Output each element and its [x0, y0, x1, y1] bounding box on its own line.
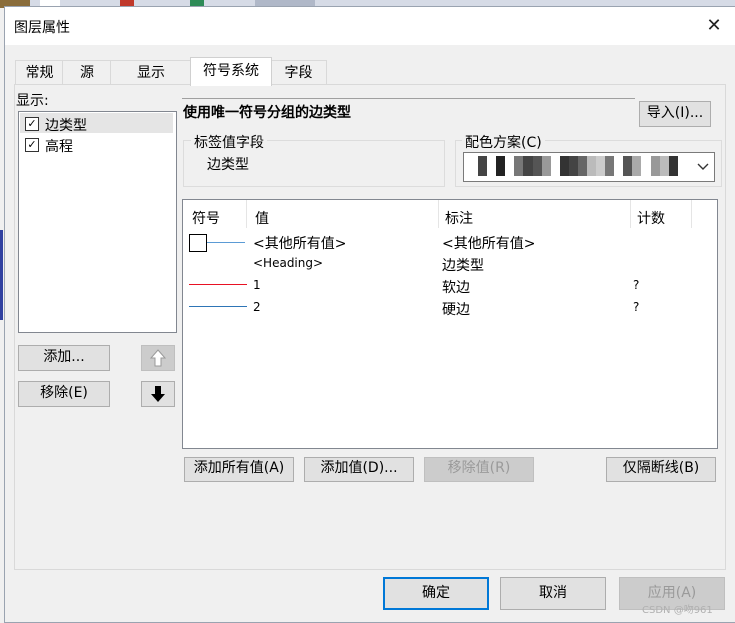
- color-ramp-swatch: [469, 156, 479, 176]
- row-value: <Heading>: [253, 256, 324, 270]
- close-icon: ✕: [706, 15, 722, 36]
- color-ramp-swatch: [559, 156, 569, 176]
- color-ramp-swatch: [487, 156, 497, 176]
- column-header-symbol[interactable]: 符号: [192, 208, 220, 228]
- label-field-title: 标签值字段: [191, 132, 267, 152]
- tab-general[interactable]: 常规: [15, 60, 64, 85]
- arrow-down-icon: [151, 386, 165, 402]
- show-listbox[interactable]: ✓ 边类型 ✓ 高程: [18, 111, 177, 333]
- layer-properties-dialog: 图层属性 ✕ 常规 源 显示 符号系统 字段 显示: ✓ 边类型 ✓ 高程 添加…: [4, 6, 735, 623]
- color-scheme-dropdown[interactable]: [463, 152, 715, 182]
- chevron-down-icon: [697, 163, 709, 170]
- only-breaks-button[interactable]: 仅隔断线(B): [606, 457, 716, 482]
- table-row[interactable]: <其他所有值> <其他所有值>: [183, 232, 715, 252]
- remove-value-button[interactable]: 移除值(R): [424, 457, 534, 482]
- symbol-line-swatch[interactable]: [189, 284, 247, 285]
- list-item-edge-type[interactable]: ✓ 边类型: [25, 116, 175, 136]
- watermark-text: CSDN @吻961: [642, 605, 713, 616]
- color-ramp-swatch: [577, 156, 588, 176]
- color-ramp-swatch: [596, 156, 606, 176]
- label-field-value: 边类型: [207, 157, 249, 173]
- column-header-value[interactable]: 值: [255, 208, 269, 228]
- symbol-value-table[interactable]: 符号 值 标注 计数 <其他所有值> <其他所有值> <Heading> 边类型…: [182, 199, 718, 449]
- row-label[interactable]: 边类型: [442, 255, 484, 275]
- add-all-values-button[interactable]: 添加所有值(A): [184, 457, 294, 482]
- color-ramp-swatch: [505, 156, 515, 176]
- title-bar: 图层属性 ✕: [5, 7, 735, 45]
- color-ramp-swatch: [514, 156, 524, 176]
- tab-fields[interactable]: 字段: [270, 60, 327, 85]
- row-value: 1: [253, 278, 261, 292]
- heading-separator: [182, 98, 635, 99]
- tab-symbology[interactable]: 符号系统: [190, 57, 272, 86]
- list-item-label: 边类型: [45, 118, 87, 134]
- row-label[interactable]: 软边: [442, 277, 470, 297]
- table-row[interactable]: 1 软边 ?: [183, 276, 715, 296]
- color-ramp-swatch: [523, 156, 533, 176]
- column-divider[interactable]: [246, 200, 247, 228]
- dialog-title: 图层属性: [14, 20, 70, 36]
- color-ramp-swatch: [478, 156, 488, 176]
- row-count: ?: [633, 278, 640, 292]
- color-ramp-swatch: [496, 156, 506, 176]
- row-value: 2: [253, 300, 261, 314]
- color-ramp-swatch: [650, 156, 660, 176]
- remove-renderer-button[interactable]: 移除(E): [18, 381, 110, 407]
- tab-display[interactable]: 显示: [110, 60, 192, 85]
- symbol-box-swatch[interactable]: [189, 234, 207, 252]
- row-label[interactable]: 硬边: [442, 299, 470, 319]
- add-value-button[interactable]: 添加值(D)...: [304, 457, 414, 482]
- arrow-up-icon: [149, 349, 167, 367]
- color-ramp-swatch: [568, 156, 578, 176]
- symbol-line-swatch: [207, 242, 245, 243]
- table-row[interactable]: 2 硬边 ?: [183, 298, 715, 318]
- move-up-button[interactable]: [141, 345, 175, 371]
- color-ramp-swatch: [605, 156, 615, 176]
- checkbox-elevation[interactable]: ✓: [25, 138, 39, 152]
- color-ramp-preview: [469, 156, 687, 176]
- column-divider[interactable]: [691, 200, 692, 228]
- color-ramp-swatch: [532, 156, 542, 176]
- cancel-button[interactable]: 取消: [500, 577, 606, 610]
- close-button[interactable]: ✕: [699, 11, 729, 41]
- background-app-edge: [0, 230, 3, 320]
- move-down-button[interactable]: [141, 381, 175, 407]
- color-ramp-swatch: [668, 156, 678, 176]
- row-value: <其他所有值>: [253, 236, 347, 252]
- color-ramp-swatch: [677, 156, 687, 176]
- column-header-label[interactable]: 标注: [445, 208, 473, 228]
- add-renderer-button[interactable]: 添加...: [18, 345, 110, 371]
- color-ramp-swatch: [659, 156, 669, 176]
- column-divider[interactable]: [630, 200, 631, 228]
- row-label[interactable]: <其他所有值>: [442, 233, 535, 253]
- show-label: 显示:: [16, 93, 49, 109]
- color-ramp-swatch: [587, 156, 597, 176]
- color-ramp-swatch: [623, 156, 633, 176]
- color-ramp-swatch: [632, 156, 642, 176]
- list-item-elevation[interactable]: ✓ 高程: [25, 137, 175, 157]
- symbol-line-swatch[interactable]: [189, 306, 247, 307]
- color-ramp-swatch: [641, 156, 651, 176]
- checkbox-edge-type[interactable]: ✓: [25, 117, 39, 131]
- tab-source[interactable]: 源: [62, 60, 112, 85]
- import-button[interactable]: 导入(I)...: [639, 101, 711, 127]
- row-count: ?: [633, 300, 640, 314]
- column-divider[interactable]: [438, 200, 439, 228]
- color-scheme-title: 配色方案(C): [462, 132, 545, 152]
- color-ramp-swatch: [550, 156, 560, 176]
- color-ramp-swatch: [541, 156, 551, 176]
- ok-button[interactable]: 确定: [383, 577, 489, 610]
- symbology-heading: 使用唯一符号分组的边类型: [183, 102, 354, 122]
- table-row[interactable]: <Heading> 边类型: [183, 254, 715, 274]
- list-item-label: 高程: [45, 139, 73, 155]
- column-header-count[interactable]: 计数: [637, 208, 665, 228]
- color-ramp-swatch: [614, 156, 624, 176]
